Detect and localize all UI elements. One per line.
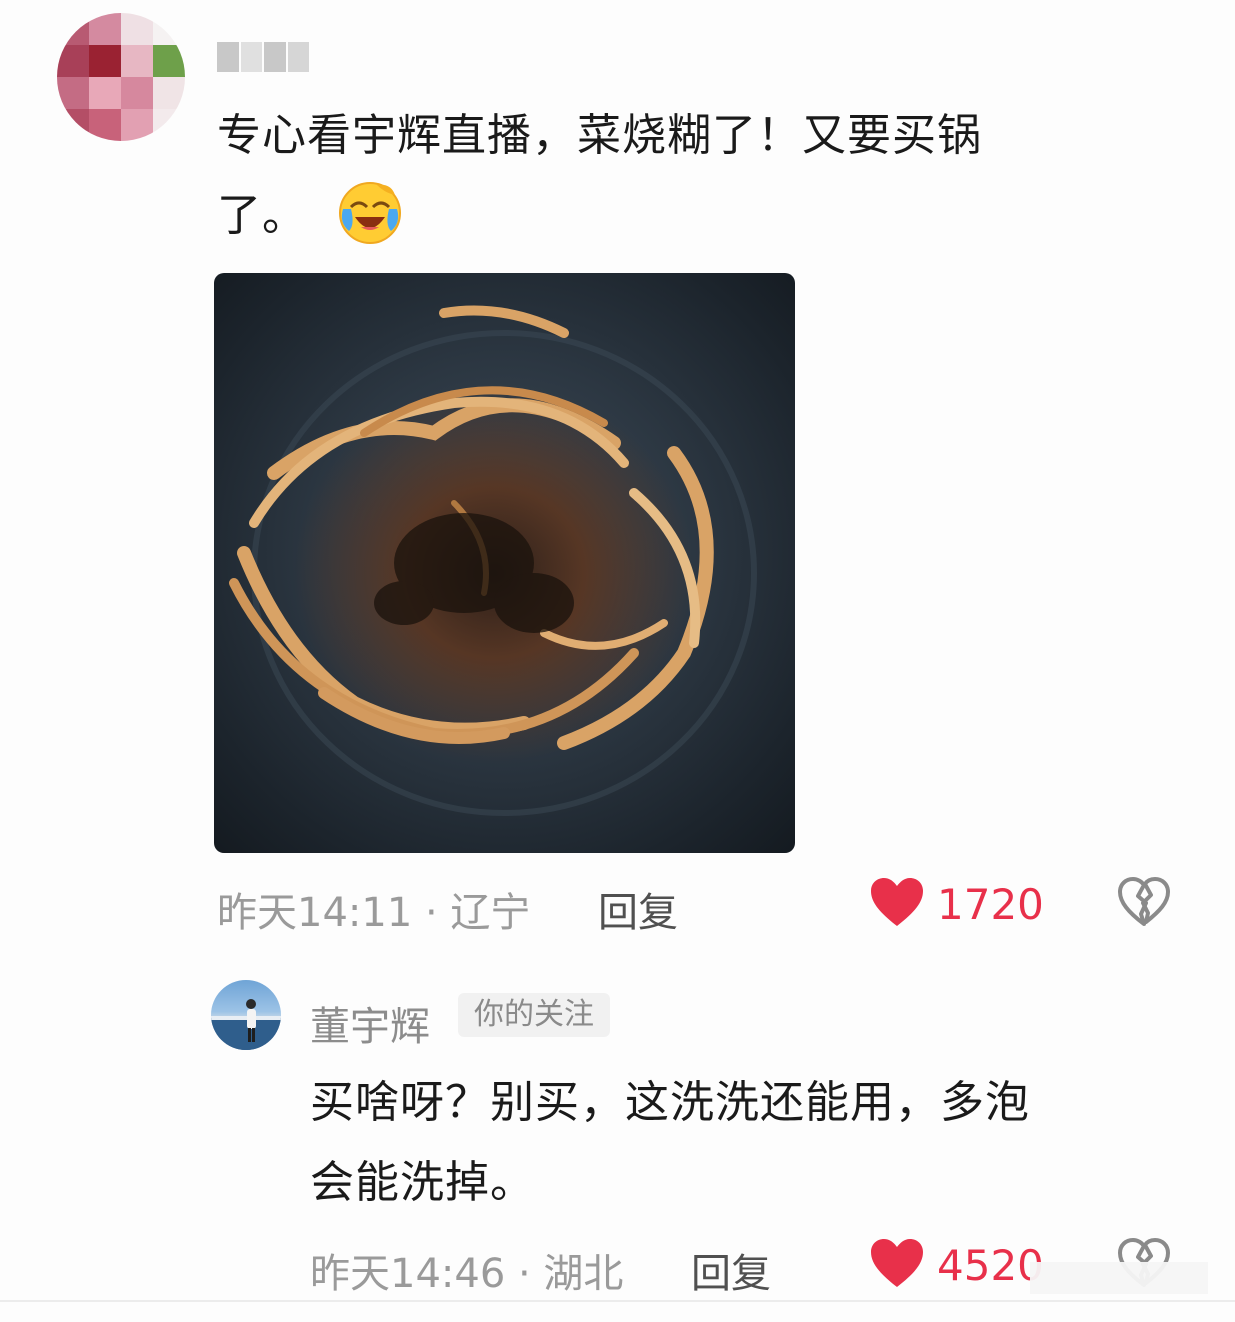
heart-icon[interactable] [869,1237,925,1289]
reply-author-name[interactable]: 董宇辉 [310,994,430,1052]
watermark-overlay [1030,1262,1208,1294]
divider [0,1300,1235,1302]
username-blurred[interactable] [217,42,309,72]
reply-text-line2: 会能洗掉。 [310,1157,535,1208]
comment-reply-button[interactable]: 回复 [598,880,678,938]
reply-author-avatar[interactable] [211,980,281,1050]
burnt-wok-photo[interactable] [214,273,795,853]
comment-text-line1: 专心看宇辉直播，菜烧糊了！又要买锅 [217,110,982,161]
comment-text-line2: 了。 [217,190,307,241]
broken-heart-icon[interactable] [1116,876,1172,928]
comment-time-location: 昨天14:11 · 辽宁 [217,890,531,936]
following-badge: 你的关注 [458,993,610,1037]
laughing-crying-emoji-icon [337,179,403,245]
reply-reply-button[interactable]: 回复 [691,1241,771,1299]
reply-text: 买啥呀？别买，这洗洗还能用，多泡 会能洗掉。 [310,1063,1170,1223]
reply-like-count: 4520 [937,1241,1044,1290]
comment-like-count: 1720 [937,880,1044,929]
user-avatar-pixelated[interactable] [57,13,185,141]
comment-text: 专心看宇辉直播，菜烧糊了！又要买锅 了。 [217,96,1117,256]
reply-text-line1: 买啥呀？别买，这洗洗还能用，多泡 [310,1077,1030,1128]
heart-icon[interactable] [869,876,925,928]
reply-time-location: 昨天14:46 · 湖北 [310,1251,624,1297]
